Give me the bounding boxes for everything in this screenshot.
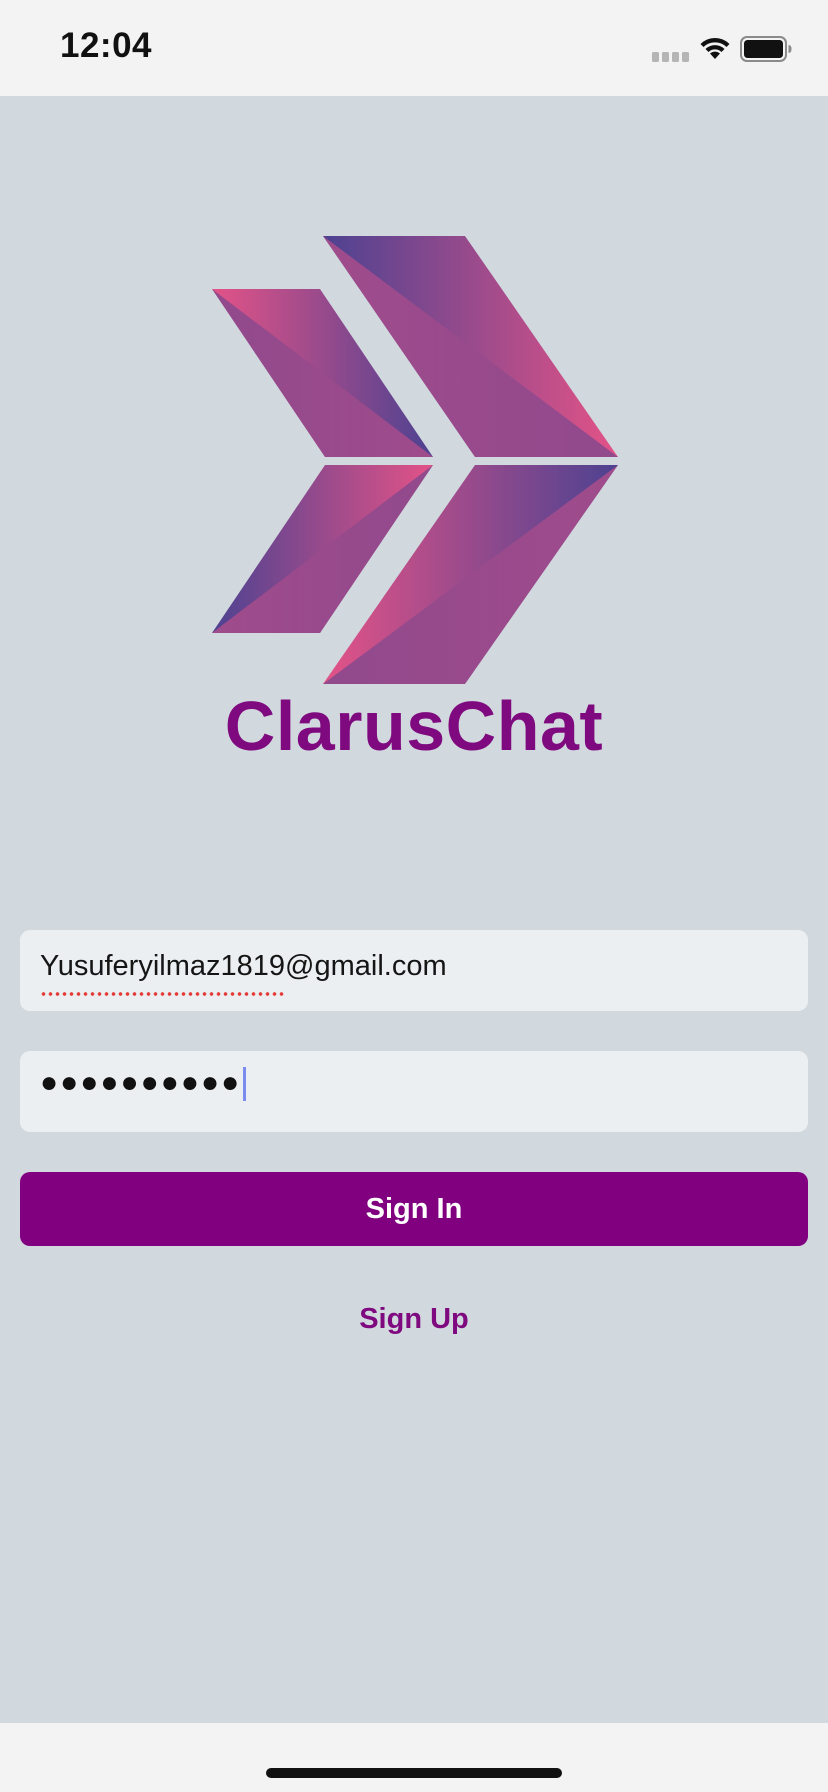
login-screen: 12:04 ClarusChat Yusuferyilmaz1819@gmail…	[0, 0, 828, 1792]
sign-up-link[interactable]: Sign Up	[0, 1303, 828, 1336]
password-value: ●●●●●●●●●●	[40, 1066, 247, 1102]
email-value: Yusuferyilmaz1819@gmail.com	[40, 950, 447, 982]
text-cursor	[243, 1067, 247, 1102]
email-field[interactable]: Yusuferyilmaz1819@gmail.com	[20, 930, 808, 1011]
home-area	[0, 1723, 828, 1792]
status-time: 12:04	[60, 26, 153, 65]
home-indicator[interactable]	[266, 1768, 562, 1778]
double-chevron-logo-icon	[212, 236, 618, 684]
password-field[interactable]: ●●●●●●●●●●	[20, 1051, 808, 1132]
status-bar: 12:04	[0, 0, 828, 96]
battery-icon	[740, 36, 792, 62]
sign-in-button[interactable]: Sign In	[20, 1172, 808, 1246]
spellcheck-underline	[40, 992, 286, 996]
wifi-icon	[700, 37, 730, 59]
app-title: ClarusChat	[224, 687, 604, 765]
main-content: ClarusChat Yusuferyilmaz1819@gmail.com ●…	[0, 96, 828, 1723]
cellular-signal-icon	[652, 52, 689, 62]
